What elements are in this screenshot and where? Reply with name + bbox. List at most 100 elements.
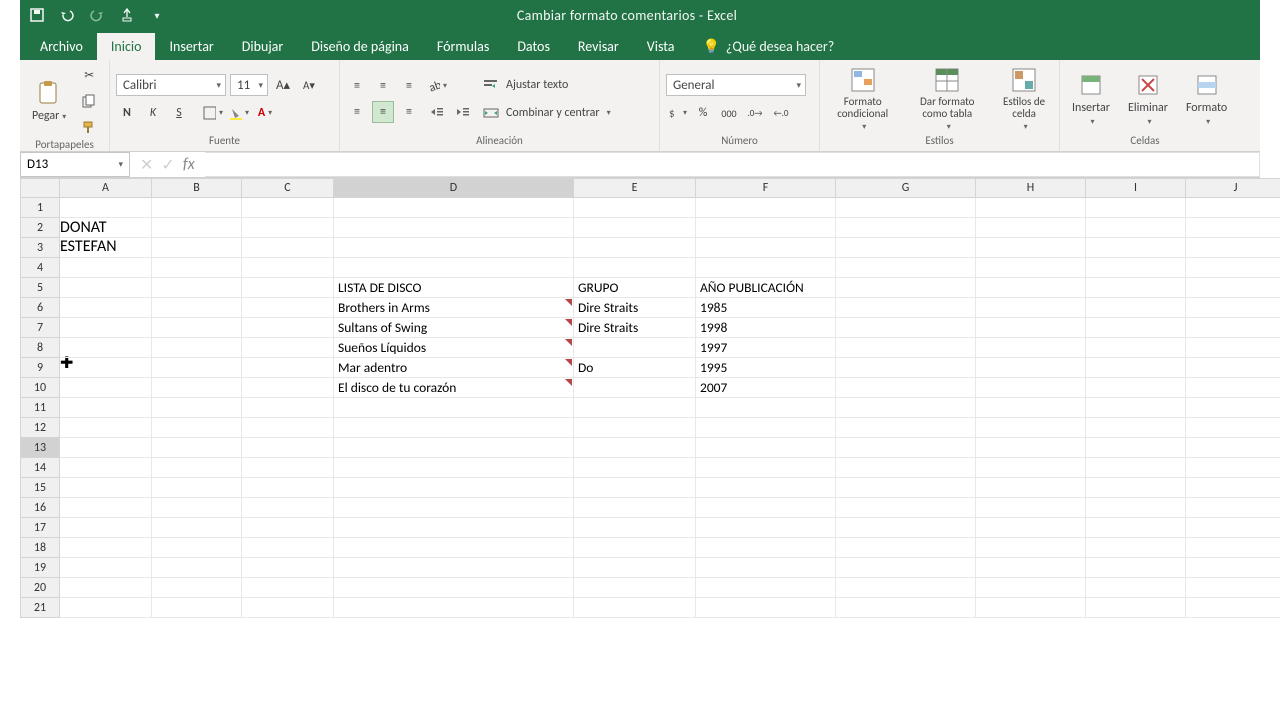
copy-icon[interactable] bbox=[78, 90, 100, 112]
number-format-combo[interactable]: General bbox=[666, 74, 806, 96]
column-header-G[interactable]: G bbox=[836, 178, 976, 198]
row-header-7[interactable]: 7 bbox=[20, 318, 60, 338]
spreadsheet-grid[interactable]: ABCDEFGHIJ 12345678910111213141516171819… bbox=[20, 178, 1260, 678]
row-header-8[interactable]: 8 bbox=[20, 338, 60, 358]
row-header-1[interactable]: 1 bbox=[20, 198, 60, 218]
row-header-14[interactable]: 14 bbox=[20, 458, 60, 478]
cell-D9[interactable]: Mar adentro bbox=[334, 358, 574, 378]
column-header-A[interactable]: A bbox=[60, 178, 152, 198]
row-header-17[interactable]: 17 bbox=[20, 518, 60, 538]
merge-center-button[interactable]: Combinar y centrar bbox=[480, 102, 611, 124]
percent-format-icon[interactable]: % bbox=[692, 102, 714, 124]
format-cells-button[interactable]: Formato bbox=[1180, 69, 1233, 129]
conditional-formatting-button[interactable]: Formato condicional bbox=[826, 64, 899, 134]
cell-E5[interactable]: GRUPO bbox=[574, 278, 696, 298]
align-center-icon[interactable]: ≡ bbox=[372, 101, 394, 123]
row-header-21[interactable]: 21 bbox=[20, 598, 60, 618]
row-header-13[interactable]: 13 bbox=[20, 438, 60, 458]
format-as-table-button[interactable]: Dar formato como tabla bbox=[905, 64, 989, 134]
cell-D5[interactable]: LISTA DE DISCO bbox=[334, 278, 574, 298]
row-header-20[interactable]: 20 bbox=[20, 578, 60, 598]
column-header-I[interactable]: I bbox=[1086, 178, 1186, 198]
row-header-10[interactable]: 10 bbox=[20, 378, 60, 398]
font-color-icon[interactable]: A bbox=[254, 102, 276, 124]
cell-F8[interactable]: 1997 bbox=[696, 338, 836, 358]
format-painter-icon[interactable] bbox=[78, 116, 100, 138]
cell-D7[interactable]: Sultans of Swing bbox=[334, 318, 574, 338]
increase-indent-icon[interactable] bbox=[452, 101, 474, 123]
row-header-18[interactable]: 18 bbox=[20, 538, 60, 558]
tab-review[interactable]: Revisar bbox=[564, 33, 633, 60]
row-header-15[interactable]: 15 bbox=[20, 478, 60, 498]
cell-F5[interactable]: AÑO PUBLICACIÓN bbox=[696, 278, 836, 298]
orientation-icon[interactable]: ab bbox=[426, 75, 448, 97]
decrease-indent-icon[interactable] bbox=[426, 101, 448, 123]
tab-insert[interactable]: Insertar bbox=[155, 33, 227, 60]
decrease-decimal-icon[interactable]: ←.0 bbox=[770, 102, 792, 124]
enter-formula-icon[interactable]: ✓ bbox=[161, 155, 174, 175]
align-right-icon[interactable]: ≡ bbox=[398, 101, 420, 123]
wrap-text-button[interactable]: Ajustar texto bbox=[480, 74, 611, 96]
tell-me[interactable]: 💡 ¿Qué desea hacer? bbox=[688, 38, 848, 60]
paste-button[interactable]: Pegar bbox=[26, 77, 72, 125]
tab-view[interactable]: Vista bbox=[633, 33, 689, 60]
align-top-icon[interactable]: ≡ bbox=[346, 75, 368, 97]
row-header-16[interactable]: 16 bbox=[20, 498, 60, 518]
cell-E7[interactable]: Dire Straits bbox=[574, 318, 696, 338]
fx-icon[interactable]: fx bbox=[183, 155, 195, 174]
tab-formulas[interactable]: Fórmulas bbox=[423, 33, 503, 60]
increase-decimal-icon[interactable]: .0→ bbox=[744, 102, 766, 124]
column-header-F[interactable]: F bbox=[696, 178, 836, 198]
row-header-12[interactable]: 12 bbox=[20, 418, 60, 438]
tab-data[interactable]: Datos bbox=[503, 33, 564, 60]
row-header-2[interactable]: 2 bbox=[20, 218, 60, 238]
tab-file[interactable]: Archivo bbox=[26, 33, 97, 60]
select-all-corner[interactable] bbox=[20, 178, 60, 198]
row-header-5[interactable]: 5 bbox=[20, 278, 60, 298]
row-header-3[interactable]: 3 bbox=[20, 238, 60, 258]
redo-icon[interactable] bbox=[88, 6, 106, 24]
save-icon[interactable] bbox=[28, 6, 46, 24]
align-bottom-icon[interactable]: ≡ bbox=[398, 75, 420, 97]
insert-cells-button[interactable]: Insertar bbox=[1066, 69, 1116, 129]
underline-icon[interactable]: S bbox=[168, 102, 190, 124]
cell-F6[interactable]: 1985 bbox=[696, 298, 836, 318]
accounting-format-icon[interactable]: $ bbox=[666, 102, 688, 124]
cell-F7[interactable]: 1998 bbox=[696, 318, 836, 338]
cell-E9[interactable]: Do bbox=[574, 358, 696, 378]
tab-page-layout[interactable]: Diseño de página bbox=[297, 33, 423, 60]
font-size-combo[interactable]: 11 bbox=[230, 74, 268, 96]
cell-F10[interactable]: 2007 bbox=[696, 378, 836, 398]
row-header-6[interactable]: 6 bbox=[20, 298, 60, 318]
thousands-format-icon[interactable]: 000 bbox=[718, 102, 740, 124]
column-header-D[interactable]: D bbox=[334, 178, 574, 198]
cells-area[interactable]: LISTA DE DISCOGRUPOAÑO PUBLICACIÓNBrothe… bbox=[60, 198, 300, 373]
cut-icon[interactable]: ✂ bbox=[78, 64, 100, 86]
customize-qat-icon[interactable]: ▾ bbox=[148, 6, 166, 24]
cell-D8[interactable]: Sueños Líquidos bbox=[334, 338, 574, 358]
fill-color-icon[interactable] bbox=[228, 102, 250, 124]
column-header-C[interactable]: C bbox=[242, 178, 334, 198]
column-header-H[interactable]: H bbox=[976, 178, 1086, 198]
delete-cells-button[interactable]: Eliminar bbox=[1122, 69, 1174, 129]
cell-E6[interactable]: Dire Straits bbox=[574, 298, 696, 318]
row-header-4[interactable]: 4 bbox=[20, 258, 60, 278]
decrease-font-icon[interactable]: A▾ bbox=[298, 74, 320, 96]
italic-icon[interactable]: K bbox=[142, 102, 164, 124]
borders-icon[interactable] bbox=[202, 102, 224, 124]
column-header-J[interactable]: J bbox=[1186, 178, 1280, 198]
undo-icon[interactable] bbox=[58, 6, 76, 24]
bold-icon[interactable]: N bbox=[116, 102, 138, 124]
row-header-11[interactable]: 11 bbox=[20, 398, 60, 418]
cell-styles-button[interactable]: Estilos de celda bbox=[995, 64, 1053, 134]
column-header-E[interactable]: E bbox=[574, 178, 696, 198]
tab-draw[interactable]: Dibujar bbox=[228, 33, 297, 60]
cell-D10[interactable]: El disco de tu corazón bbox=[334, 378, 574, 398]
cancel-formula-icon[interactable]: ✕ bbox=[140, 155, 153, 175]
touch-mode-icon[interactable] bbox=[118, 6, 136, 24]
align-left-icon[interactable]: ≡ bbox=[346, 101, 368, 123]
align-middle-icon[interactable]: ≡ bbox=[372, 75, 394, 97]
tab-home[interactable]: Inicio bbox=[97, 33, 156, 60]
row-header-9[interactable]: 9 bbox=[20, 358, 60, 378]
increase-font-icon[interactable]: A▴ bbox=[272, 74, 294, 96]
